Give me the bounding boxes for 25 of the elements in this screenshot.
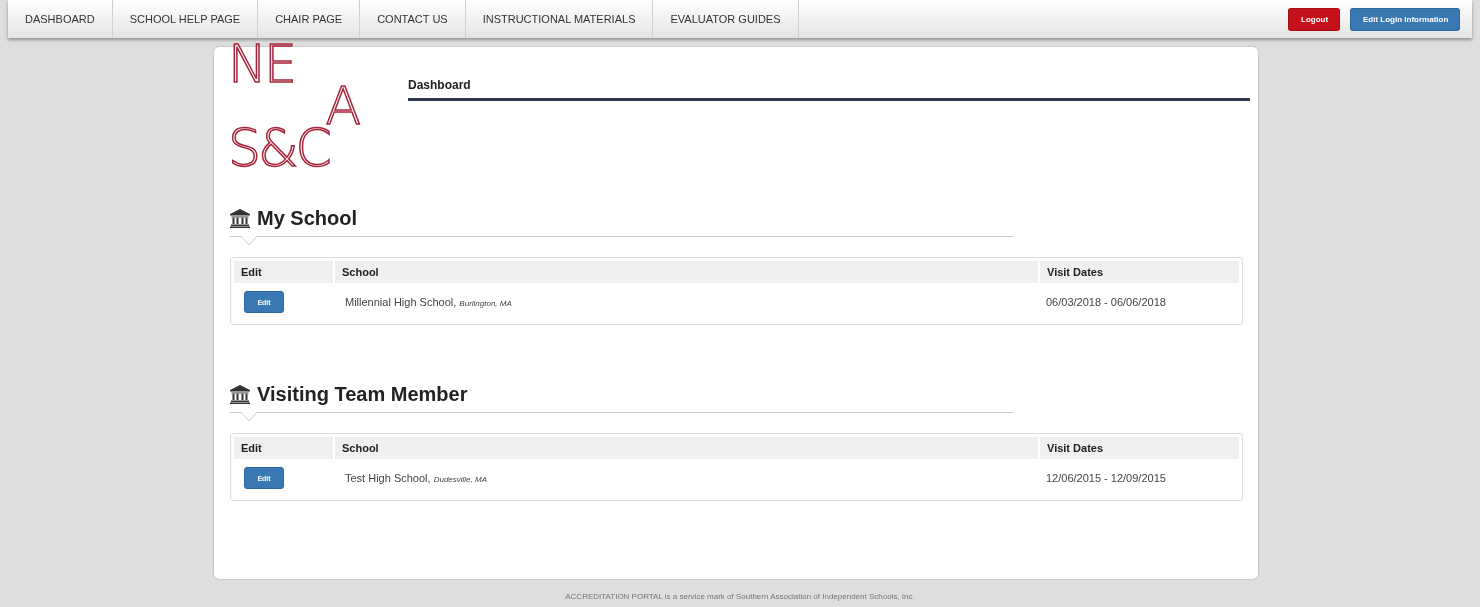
nav-tab[interactable]: INSTRUCTIONAL MATERIALS [465, 0, 654, 38]
table-cell: 12/06/2015 - 12/09/2015 [1046, 472, 1166, 484]
bank-icon [230, 385, 250, 404]
table-cell: 06/03/2018 - 06/06/2018 [1046, 296, 1166, 308]
section-title: My School [257, 207, 357, 230]
column-header: Visit Dates [1039, 437, 1239, 459]
column-header: School [334, 437, 1039, 459]
nav-tab[interactable]: SCHOOL HELP PAGE [112, 0, 259, 38]
section-title: Visiting Team Member [257, 383, 468, 406]
logout-button[interactable]: Logout [1288, 7, 1340, 31]
column-header: Visit Dates [1039, 261, 1239, 283]
column-header: School [334, 261, 1039, 283]
column-header: Edit [234, 261, 334, 283]
edit-login-button[interactable]: Edit Login Information [1350, 7, 1460, 31]
page-title: Dashboard [408, 78, 471, 92]
nav-tab[interactable]: DASHBOARD [8, 0, 113, 38]
bank-icon [230, 209, 250, 228]
nav-tab[interactable]: CHAIR PAGE [258, 0, 361, 38]
column-header: Edit [234, 437, 334, 459]
logo: NE A S&C [228, 43, 361, 171]
table-cell: Test High School, Dudesville, MA [345, 472, 487, 484]
table-cell: Millennial High School, Burlington, MA [345, 296, 512, 308]
footer-text: ACCREDITATION PORTAL is a service mark of Southern Association of Independent Schools, Inc. [565, 592, 915, 601]
nav-tab[interactable]: CONTACT US [360, 0, 466, 38]
nav-tab[interactable]: EVALUATOR GUIDES [653, 0, 799, 38]
